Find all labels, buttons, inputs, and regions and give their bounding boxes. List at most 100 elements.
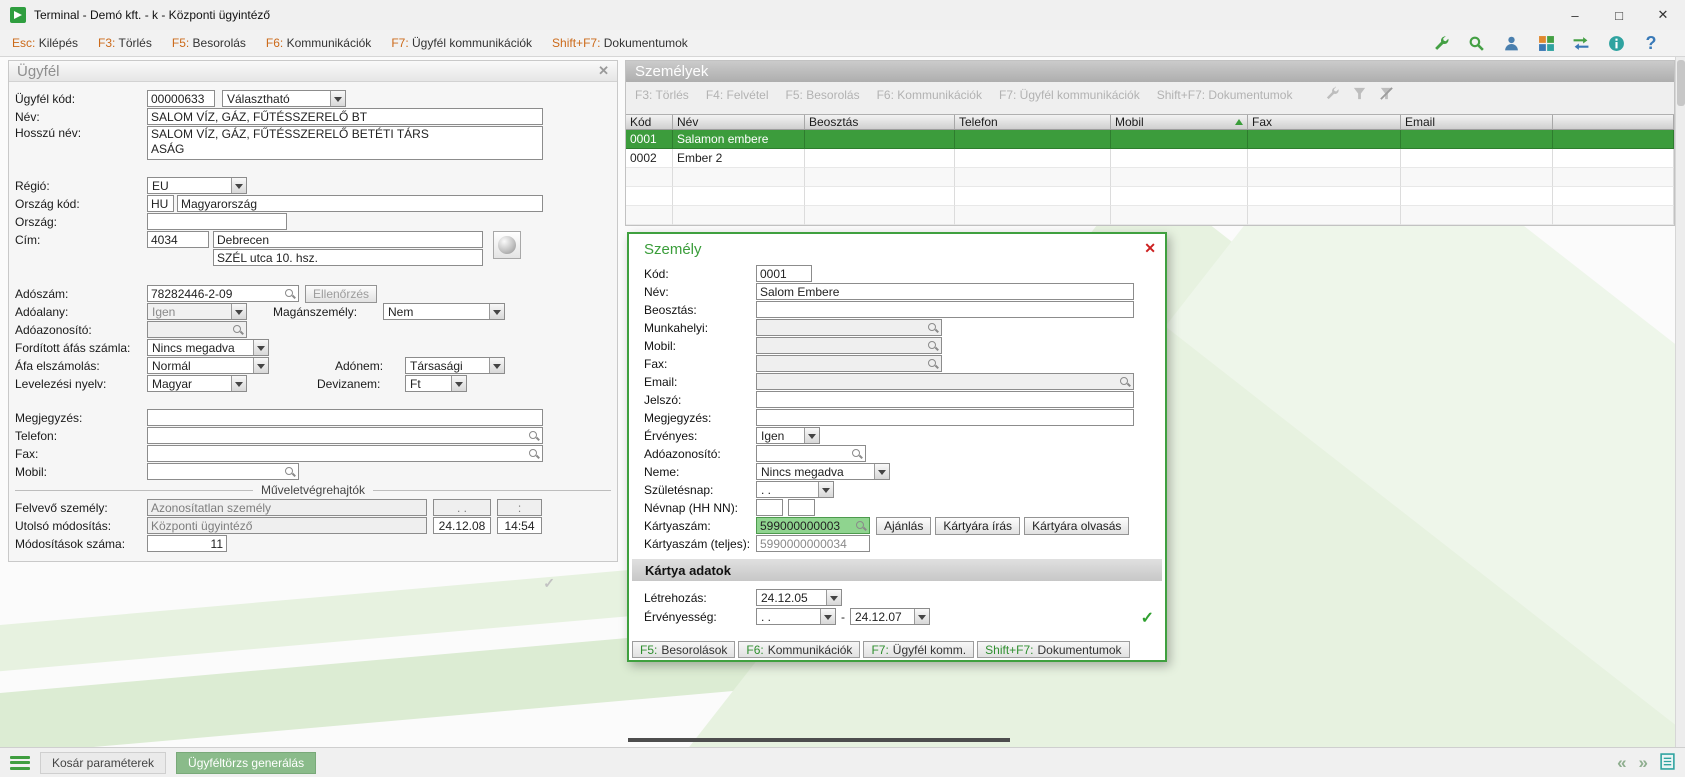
shortcut-f7[interactable]: F7: Ügyfél kommunikációk bbox=[391, 36, 532, 50]
dialog-tab-ugyfel-komm[interactable]: F7:Ügyfél komm. bbox=[863, 641, 974, 658]
verify-button[interactable]: Ellenőrzés bbox=[305, 285, 377, 303]
document-list-icon[interactable] bbox=[1660, 753, 1675, 773]
table-row[interactable]: 0002 Ember 2 bbox=[626, 149, 1674, 168]
customer-longname-textarea[interactable]: SALOM VÍZ, GÁZ, FŰTÉSSZERELŐ BETÉTI TÁRS… bbox=[147, 126, 543, 160]
tab-kosar-parameterek[interactable]: Kosár paraméterek bbox=[40, 752, 166, 774]
person-email-field[interactable] bbox=[756, 373, 1134, 390]
shortcut-f6[interactable]: F6: Kommunikációk bbox=[266, 36, 371, 50]
tax-id-input[interactable] bbox=[148, 323, 232, 337]
vat-account-select[interactable]: Normál bbox=[147, 357, 269, 374]
person-password-input[interactable] bbox=[756, 391, 1134, 408]
card-number-field[interactable] bbox=[756, 517, 870, 534]
validity-from-select[interactable]: . . bbox=[756, 608, 836, 625]
table-row-empty[interactable] bbox=[626, 168, 1674, 187]
person-position-input[interactable] bbox=[756, 301, 1134, 318]
column-header-email[interactable]: Email bbox=[1401, 115, 1553, 129]
vertical-scrollbar[interactable] bbox=[1675, 57, 1685, 747]
phone-field[interactable] bbox=[147, 427, 543, 444]
customer-panel-close-icon[interactable]: ✕ bbox=[598, 63, 609, 79]
card-created-select[interactable]: 24.12.05 bbox=[756, 589, 842, 606]
dialog-tab-besorolasok[interactable]: F5:Besorolások bbox=[632, 641, 735, 658]
menu-icon[interactable] bbox=[10, 756, 30, 770]
info-icon[interactable] bbox=[1606, 33, 1626, 53]
city-input[interactable] bbox=[213, 231, 483, 248]
close-button[interactable]: ✕ bbox=[1641, 0, 1685, 30]
person-note-input[interactable] bbox=[756, 409, 1134, 426]
horizontal-scrollbar-thumb[interactable] bbox=[628, 738, 1010, 742]
tax-number-field[interactable] bbox=[147, 285, 299, 302]
vertical-scrollbar-thumb[interactable] bbox=[1677, 60, 1685, 106]
card-write-button[interactable]: Kártyára írás bbox=[935, 517, 1020, 535]
person-valid-select[interactable]: Igen bbox=[756, 427, 820, 444]
person-code-input[interactable] bbox=[756, 265, 812, 282]
map-button[interactable] bbox=[493, 231, 521, 259]
card-read-button[interactable]: Kártyára olvasás bbox=[1024, 517, 1129, 535]
zip-input[interactable] bbox=[147, 231, 209, 248]
reverse-vat-select[interactable]: Nincs megadva bbox=[147, 339, 269, 356]
fax-field[interactable] bbox=[147, 445, 543, 462]
person-workphone-input[interactable] bbox=[757, 321, 927, 335]
person-taxid-field[interactable] bbox=[756, 445, 866, 462]
dialog-close-icon[interactable]: ✕ bbox=[1144, 240, 1156, 257]
person-mobile-input[interactable] bbox=[757, 339, 927, 353]
person-fax-field[interactable] bbox=[756, 355, 942, 372]
person-taxid-input[interactable] bbox=[757, 447, 851, 461]
customer-name-input[interactable] bbox=[147, 108, 543, 125]
tax-number-input[interactable] bbox=[148, 287, 284, 301]
shortcut-f5[interactable]: F5: Besorolás bbox=[172, 36, 246, 50]
fax-input[interactable] bbox=[148, 447, 528, 461]
phone-input[interactable] bbox=[148, 429, 528, 443]
person-workphone-field[interactable] bbox=[756, 319, 942, 336]
column-header-nev[interactable]: Név bbox=[673, 115, 805, 129]
wrench-icon[interactable] bbox=[1431, 33, 1451, 53]
currency-select[interactable]: Ft bbox=[405, 375, 467, 392]
region-select[interactable]: EU bbox=[147, 177, 247, 194]
dialog-tab-kommunikaciok[interactable]: F6:Kommunikációk bbox=[738, 641, 860, 658]
offer-button[interactable]: Ajánlás bbox=[876, 517, 931, 535]
column-header-fax[interactable]: Fax bbox=[1248, 115, 1401, 129]
country-name-input[interactable] bbox=[177, 195, 543, 212]
tax-id-field[interactable] bbox=[147, 321, 247, 338]
user-icon[interactable] bbox=[1501, 33, 1521, 53]
transfer-arrows-icon[interactable] bbox=[1571, 33, 1591, 53]
validity-to-select[interactable]: 24.12.07 bbox=[850, 608, 930, 625]
shortcut-esc[interactable]: Esc: Kilépés bbox=[12, 36, 78, 50]
grid-icon[interactable] bbox=[1536, 33, 1556, 53]
person-mobile-field[interactable] bbox=[756, 337, 942, 354]
person-email-input[interactable] bbox=[757, 375, 1119, 389]
next-page-icon[interactable]: » bbox=[1639, 753, 1648, 773]
country-code-input[interactable] bbox=[147, 195, 174, 212]
person-name-input[interactable] bbox=[756, 283, 1134, 300]
maximize-button[interactable]: □ bbox=[1597, 0, 1641, 30]
help-icon[interactable]: ? bbox=[1641, 33, 1661, 53]
column-header-telefon[interactable]: Telefon bbox=[955, 115, 1111, 129]
tax-type-select[interactable]: Társasági bbox=[405, 357, 505, 374]
note-input[interactable] bbox=[147, 409, 543, 426]
table-row-empty[interactable] bbox=[626, 187, 1674, 206]
mail-language-select[interactable]: Magyar bbox=[147, 375, 247, 392]
person-birthday-select[interactable]: . . bbox=[756, 481, 834, 498]
column-header-mobil[interactable]: Mobil bbox=[1111, 115, 1248, 129]
column-header-kod[interactable]: Kód bbox=[626, 115, 673, 129]
nameday-day-input[interactable] bbox=[788, 499, 815, 516]
search-icon[interactable] bbox=[1466, 33, 1486, 53]
shortcut-f3[interactable]: F3: Törlés bbox=[98, 36, 152, 50]
tab-ugyfeltorzs-generalas[interactable]: Ügyféltörzs generálás bbox=[176, 752, 316, 774]
dialog-tab-dokumentumok[interactable]: Shift+F7:Dokumentumok bbox=[977, 641, 1129, 658]
customer-code-type-select[interactable]: Választható bbox=[222, 90, 346, 107]
street-input[interactable] bbox=[213, 249, 483, 266]
person-fax-input[interactable] bbox=[757, 357, 927, 371]
nameday-month-input[interactable] bbox=[756, 499, 783, 516]
mobile-field[interactable] bbox=[147, 463, 299, 480]
minimize-button[interactable]: – bbox=[1553, 0, 1597, 30]
previous-page-icon[interactable]: « bbox=[1617, 753, 1626, 773]
customer-code-input[interactable] bbox=[147, 90, 215, 107]
tax-subject-select[interactable]: Igen bbox=[147, 303, 247, 320]
country-input[interactable] bbox=[147, 213, 287, 230]
mobile-input[interactable] bbox=[148, 465, 284, 479]
shortcut-shift-f7[interactable]: Shift+F7: Dokumentumok bbox=[552, 36, 688, 50]
table-row-empty[interactable] bbox=[626, 206, 1674, 225]
person-gender-select[interactable]: Nincs megadva bbox=[756, 463, 890, 480]
card-number-input[interactable] bbox=[757, 519, 855, 533]
private-person-select[interactable]: Nem bbox=[383, 303, 505, 320]
